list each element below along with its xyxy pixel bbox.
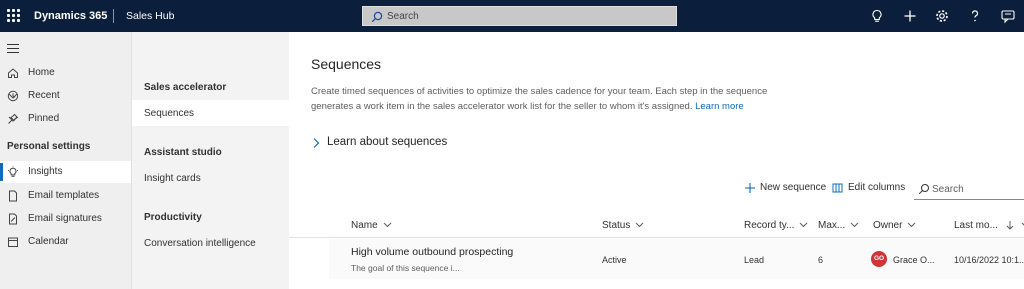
search-placeholder: Search	[932, 184, 964, 195]
nav-item-email-signatures[interactable]: Email signatures	[0, 208, 131, 230]
record-type-cell: Lead	[744, 255, 765, 265]
grid-search-input[interactable]: Search	[914, 178, 1024, 200]
learn-more-link[interactable]: Learn more	[695, 101, 744, 112]
column-header-record-type[interactable]: Record ty...	[744, 220, 808, 231]
nav-item-email-templates[interactable]: Email templates	[0, 185, 131, 207]
column-header-last-modified[interactable]: Last mo...	[954, 220, 1024, 231]
page-description: Create timed sequences of activities to …	[311, 84, 781, 114]
subnav-group-title: Assistant studio	[144, 147, 222, 158]
nav-item-label: Insights	[28, 166, 63, 177]
top-bar: Dynamics 365 Sales Hub Search	[0, 0, 1024, 32]
nav-item-label: Pinned	[28, 113, 60, 124]
nav-item-home[interactable]: Home	[0, 62, 131, 84]
search-placeholder: Search	[387, 11, 419, 22]
chevron-down-icon	[636, 223, 644, 228]
column-label: Owner	[873, 220, 903, 231]
global-search-input[interactable]: Search	[362, 6, 677, 26]
chat-icon[interactable]	[1000, 8, 1016, 24]
signature-icon	[9, 213, 17, 225]
chevron-down-icon[interactable]	[7, 90, 19, 102]
search-icon	[918, 184, 929, 195]
subnav-group-title: Sales accelerator	[144, 82, 227, 93]
section-title-personal-settings: Personal settings	[7, 141, 91, 152]
nav-item-pinned[interactable]: Pinned	[0, 108, 131, 130]
app-name[interactable]: Sales Hub	[126, 10, 174, 22]
subnav-item-label: Insight cards	[144, 173, 201, 184]
lightbulb-icon	[8, 166, 18, 177]
column-label: Max...	[818, 220, 846, 231]
new-sequence-button[interactable]: New sequence	[744, 180, 827, 196]
app-launcher-icon[interactable]	[7, 9, 20, 22]
chevron-down-icon	[383, 223, 392, 228]
gear-icon[interactable]	[934, 8, 950, 24]
nav-item-calendar[interactable]: Calendar	[0, 231, 131, 253]
button-label: New sequence	[760, 182, 827, 193]
nav-item-label: Recent	[28, 90, 60, 101]
calendar-icon	[8, 237, 18, 247]
subnav-item-conversation-intelligence[interactable]: Conversation intelligence	[132, 230, 289, 256]
nav-item-label: Email signatures	[28, 213, 102, 224]
help-icon[interactable]	[967, 8, 983, 24]
search-icon	[371, 11, 383, 23]
page-title: Sequences	[311, 56, 382, 72]
grid-header: Name Status Record ty... Max... Owner La…	[289, 208, 1024, 238]
owner-cell[interactable]: Grace O...	[893, 255, 935, 265]
subnav-item-label: Conversation intelligence	[144, 238, 256, 249]
learn-about-label: Learn about sequences	[327, 136, 448, 148]
column-header-status[interactable]: Status	[602, 220, 644, 231]
nav-item-label: Email templates	[28, 190, 100, 201]
edit-columns-icon	[832, 183, 843, 193]
button-label: Edit columns	[848, 182, 906, 193]
last-modified-cell: 10/16/2022 10:1...	[954, 255, 1024, 265]
chevron-right-icon	[313, 138, 320, 148]
subnav-group-title: Productivity	[144, 212, 202, 223]
edit-columns-button[interactable]: Edit columns	[832, 180, 908, 196]
subnav-item-sequences[interactable]: Sequences	[132, 100, 289, 126]
sequence-name-link[interactable]: High volume outbound prospecting	[351, 246, 513, 258]
main-content: Sequences Create timed sequences of acti…	[289, 32, 1024, 289]
site-map: Home Recent Pinned Personal settings Ins…	[0, 32, 132, 289]
brand-name[interactable]: Dynamics 365	[34, 10, 107, 22]
selected-indicator	[0, 163, 3, 181]
column-label: Status	[602, 220, 631, 231]
column-header-name[interactable]: Name	[351, 220, 392, 231]
chevron-down-icon	[800, 223, 808, 228]
column-label: Record ty...	[744, 220, 795, 231]
sort-descending-icon	[1006, 221, 1014, 231]
sequence-description: The goal of this sequence i...	[351, 263, 460, 273]
chevron-down-icon[interactable]	[7, 113, 19, 125]
home-icon	[8, 68, 18, 78]
hamburger-menu-icon[interactable]	[7, 44, 19, 56]
nav-item-label: Calendar	[28, 236, 69, 247]
max-cell: 6	[818, 255, 824, 265]
column-label: Last mo...	[954, 220, 998, 231]
subnav-item-label: Sequences	[144, 108, 195, 119]
column-label: Name	[351, 220, 378, 231]
chevron-down-icon	[908, 223, 916, 228]
divider	[113, 9, 114, 23]
document-icon	[9, 190, 17, 202]
plus-icon	[745, 183, 755, 193]
nav-item-insights[interactable]: Insights	[0, 161, 131, 183]
chevron-down-icon	[850, 223, 859, 228]
plus-icon[interactable]	[902, 8, 918, 24]
column-header-owner[interactable]: Owner	[873, 220, 916, 231]
table-row[interactable]: High volume outbound prospecting The goa…	[329, 239, 1024, 279]
settings-subnav: Sales accelerator Sequences Assistant st…	[132, 32, 289, 289]
status-cell: Active	[602, 255, 627, 265]
nav-item-recent[interactable]: Recent	[0, 85, 131, 107]
subnav-item-insight-cards[interactable]: Insight cards	[132, 165, 289, 191]
lightbulb-icon[interactable]	[869, 8, 885, 24]
nav-item-label: Home	[28, 67, 55, 78]
avatar: GO	[871, 251, 887, 267]
column-header-max[interactable]: Max...	[818, 220, 859, 231]
